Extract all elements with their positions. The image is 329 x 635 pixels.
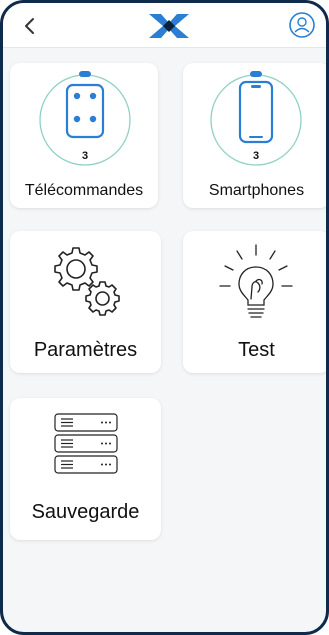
card-smartphones[interactable]: 3 Smartphones <box>183 63 326 208</box>
brand-logo <box>147 13 191 39</box>
chevron-left-icon <box>25 18 34 34</box>
card-backup-label: Sauvegarde <box>31 501 140 523</box>
remote-icon: 3 <box>39 71 131 166</box>
card-settings[interactable]: Paramètres <box>10 231 161 373</box>
card-remotes[interactable]: 3 Télécommandes <box>10 63 158 208</box>
card-test-label: Test <box>238 339 275 361</box>
top-bar <box>3 3 326 48</box>
card-smartphones-label: Smartphones <box>208 182 305 199</box>
smartphone-count: 3 <box>253 150 259 162</box>
lightbulb-icon <box>219 244 293 318</box>
card-test[interactable]: Test <box>183 231 326 373</box>
card-settings-label: Paramètres <box>33 339 138 361</box>
back-button[interactable] <box>17 15 43 37</box>
gears-icon <box>54 247 120 316</box>
user-profile-icon <box>289 12 315 38</box>
remote-count: 3 <box>82 150 88 162</box>
card-remotes-label: Télécommandes <box>24 182 144 199</box>
profile-button[interactable] <box>288 11 316 39</box>
brand-logo-icon <box>149 14 189 38</box>
server-icon <box>54 413 118 474</box>
app-frame: 3 Télécommandes 3 Smartphones Paramètres… <box>0 0 329 635</box>
smartphone-icon: 3 <box>210 71 302 166</box>
card-backup[interactable]: Sauvegarde <box>10 398 161 540</box>
